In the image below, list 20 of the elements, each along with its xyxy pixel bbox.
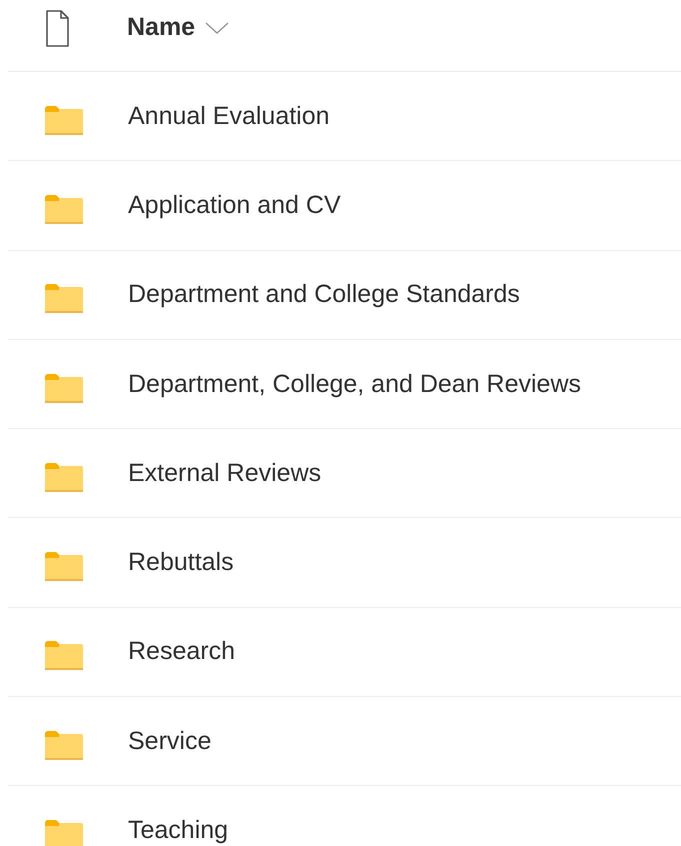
folder-name[interactable]: Service [128,726,212,756]
folder-icon [45,641,83,670]
folder-name[interactable]: External Reviews [128,458,322,488]
name-column-header[interactable]: Name [127,13,230,42]
folder-icon [45,820,83,846]
folder-icon [45,552,83,582]
folder-icon [45,374,83,403]
folder-name[interactable]: Teaching [128,816,228,846]
folder-name[interactable]: Application and CV [128,190,341,220]
folder-name[interactable]: Department and College Standards [128,280,520,310]
folder-name[interactable]: Department, College, and Dean Reviews [128,370,582,399]
folder-icon [45,462,83,492]
file-type-icon [46,10,69,47]
folder-name[interactable]: Rebuttals [128,548,234,578]
folder-icon [45,106,83,135]
folder-icon [45,284,83,314]
folder-icon [45,194,83,224]
folder-name[interactable]: Research [128,637,235,666]
folder-icon [45,730,83,760]
folder-name[interactable]: Annual Evaluation [128,102,330,131]
